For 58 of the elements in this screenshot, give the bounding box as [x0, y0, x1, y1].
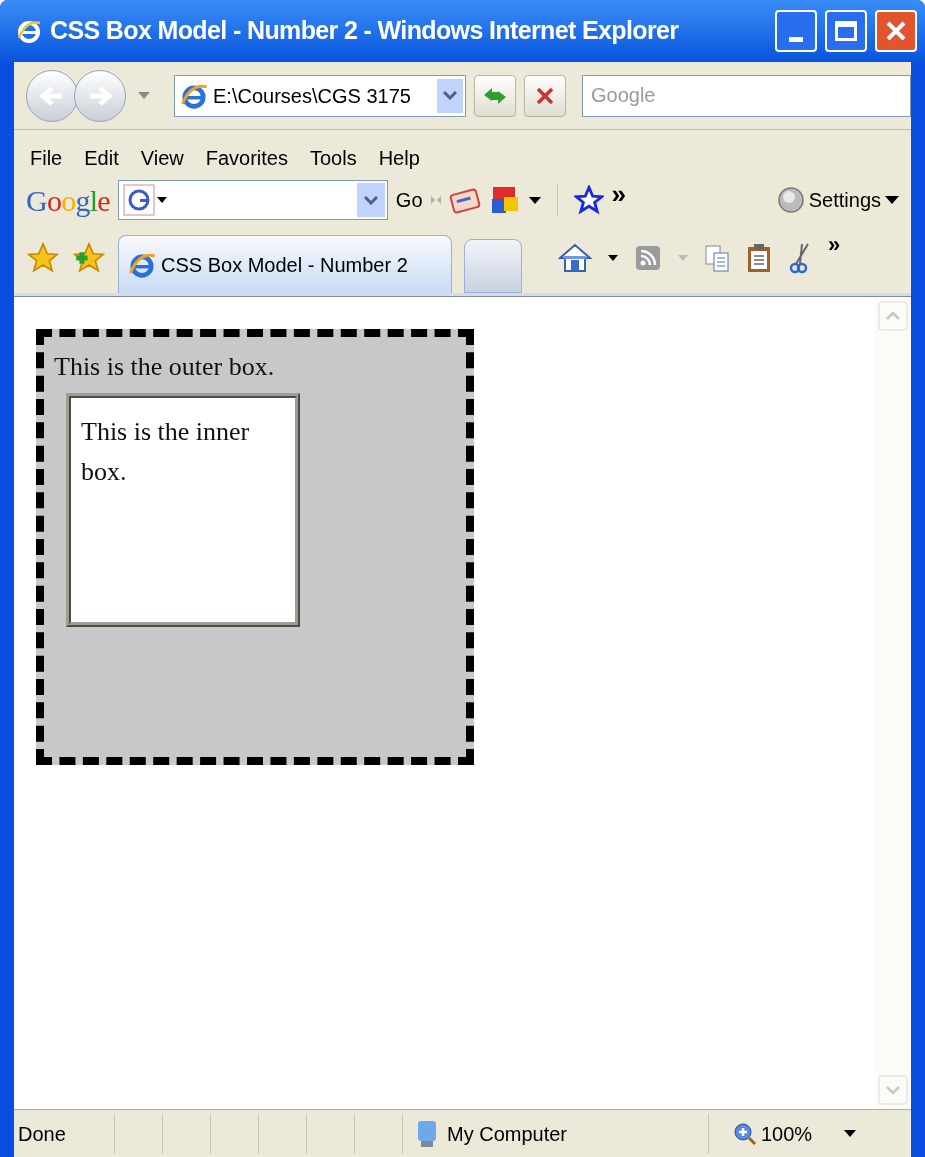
- forward-button[interactable]: [74, 69, 126, 122]
- zoom-button[interactable]: 100%: [709, 1118, 813, 1149]
- more-chevron[interactable]: »: [828, 233, 841, 256]
- security-zone-text: My Computer: [447, 1121, 568, 1147]
- stop-button[interactable]: [524, 74, 566, 117]
- dropdown-arrow-icon[interactable]: [528, 196, 541, 204]
- address-field[interactable]: E:\Courses\CGS 3175: [174, 74, 466, 117]
- zoom-in-icon: [733, 1121, 757, 1146]
- back-arrow-icon: [40, 85, 64, 106]
- menu-item[interactable]: Favorites: [201, 143, 292, 173]
- stop-icon: [536, 86, 554, 105]
- add-favorite-icon[interactable]: [72, 240, 106, 275]
- dropdown-arrow-icon[interactable]: [608, 254, 618, 261]
- feed-icon[interactable]: [634, 243, 662, 272]
- google-search-field[interactable]: [117, 180, 388, 220]
- google-logo: Google: [26, 182, 110, 219]
- dropdown-arrow-icon: [885, 196, 899, 204]
- circle-icon: [776, 186, 805, 214]
- outer-box-text: This is the outer box.: [54, 351, 276, 383]
- star-outline-icon[interactable]: [573, 185, 604, 215]
- menu-item[interactable]: Edit: [80, 143, 123, 173]
- settings-button[interactable]: Settings: [776, 185, 899, 215]
- forward-arrow-icon: [88, 85, 112, 106]
- menu-item[interactable]: Help: [374, 143, 424, 173]
- menu-item[interactable]: File: [26, 143, 67, 173]
- google-g-icon: [122, 184, 169, 216]
- browser-tab[interactable]: CSS Box Model - Number 2: [118, 235, 452, 293]
- more-chevron[interactable]: »: [611, 181, 626, 207]
- chevron-down-icon: [443, 91, 457, 100]
- close-button[interactable]: [875, 10, 917, 52]
- search-dropdown-button[interactable]: [356, 183, 385, 217]
- chevron-down-icon: [363, 195, 378, 205]
- go-button[interactable]: Go: [395, 185, 423, 215]
- refresh-button[interactable]: [474, 74, 516, 117]
- back-button[interactable]: [26, 69, 78, 122]
- search-field[interactable]: Google: [582, 74, 911, 117]
- copy-icon[interactable]: [704, 243, 730, 272]
- browser-logo-icon: [16, 18, 42, 44]
- menu-item[interactable]: Tools: [305, 143, 361, 173]
- refresh-arrows-icon: [482, 85, 508, 106]
- computer-icon: [415, 1118, 439, 1149]
- address-dropdown-button[interactable]: [437, 78, 463, 113]
- address-text: E:\Courses\CGS 3175: [213, 83, 412, 109]
- status-text: Done: [17, 1121, 67, 1147]
- minimize-button[interactable]: [775, 10, 817, 52]
- favorites-star-icon[interactable]: [26, 240, 60, 275]
- clipboard-icon[interactable]: [746, 242, 772, 273]
- home-icon[interactable]: [558, 241, 592, 274]
- inner-box-text: This is the inner box.: [81, 416, 251, 488]
- menu-item[interactable]: View: [136, 143, 188, 173]
- dropdown-arrow-icon[interactable]: [844, 1130, 857, 1137]
- maximize-icon: [835, 21, 857, 41]
- close-icon: [885, 20, 907, 42]
- separator-grip-icon: [430, 193, 441, 207]
- window-title: CSS Box Model - Number 2 - Windows Internet Explorer: [50, 15, 680, 47]
- minimize-icon: [789, 37, 803, 42]
- scissors-icon[interactable]: [788, 241, 812, 274]
- maximize-button[interactable]: [825, 10, 867, 52]
